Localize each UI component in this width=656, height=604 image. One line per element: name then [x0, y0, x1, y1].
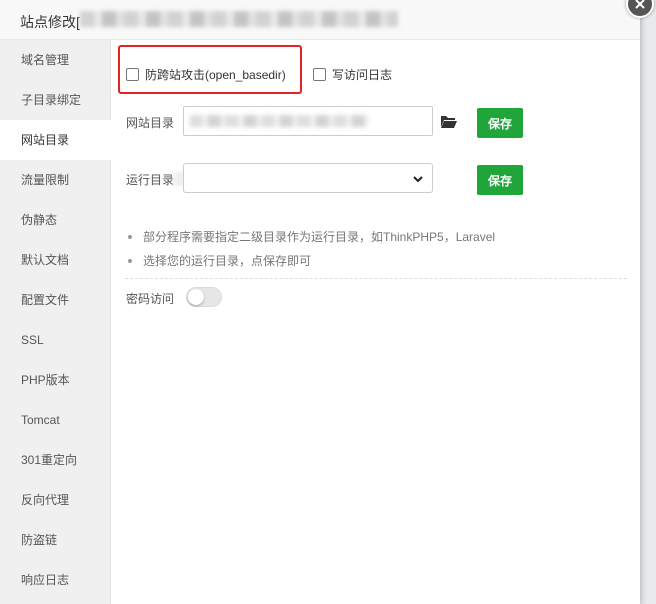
anti-xss-checkbox[interactable] [126, 68, 139, 81]
sidebar-item-php-version[interactable]: PHP版本 [0, 360, 110, 400]
chevron-down-icon [413, 176, 423, 183]
save-site-dir-button[interactable]: 保存 [477, 108, 523, 138]
save-run-dir-button[interactable]: 保存 [477, 165, 523, 195]
run-dir-select[interactable] [183, 163, 433, 193]
site-dir-input[interactable] [183, 106, 433, 136]
sidebar-item-domain[interactable]: 域名管理 [0, 40, 110, 80]
anti-xss-label: 防跨站攻击(open_basedir) [145, 68, 286, 82]
sidebar-item-reverse-proxy[interactable]: 反向代理 [0, 480, 110, 520]
sidebar-item-config-file[interactable]: 配置文件 [0, 280, 110, 320]
sidebar-item-rewrite[interactable]: 伪静态 [0, 200, 110, 240]
site-dir-panel: 防跨站攻击(open_basedir) 写访问日志 网站目录 保存 运行目录 保… [111, 40, 640, 604]
site-modify-dialog: 站点修改[ 域名管理 子目录绑定 网站目录 流量限制 伪静态 默认文档 配置文件… [0, 0, 640, 604]
anti-xss-option[interactable]: 防跨站攻击(open_basedir) [126, 66, 286, 83]
password-access-label: 密码访问 [126, 292, 175, 306]
sidebar-item-traffic-limit[interactable]: 流量限制 [0, 160, 110, 200]
close-icon [635, 0, 645, 9]
sidebar-item-ssl[interactable]: SSL [0, 320, 110, 360]
sidebar-item-hotlink-protection[interactable]: 防盗链 [0, 520, 110, 560]
write-log-checkbox[interactable] [313, 68, 326, 81]
redacted-site-name [80, 11, 398, 27]
sidebar-item-redirect[interactable]: 301重定向 [0, 440, 110, 480]
dialog-titlebar: 站点修改[ [0, 0, 640, 40]
sidebar-item-site-dir[interactable]: 网站目录 [0, 120, 112, 160]
write-log-label: 写访问日志 [332, 68, 393, 82]
sidebar-item-default-doc[interactable]: 默认文档 [0, 240, 110, 280]
run-dir-label: 运行目录 [126, 173, 175, 187]
tip-item: 部分程序需要指定二级目录作为运行目录，如ThinkPHP5，Laravel [125, 226, 627, 250]
redacted-path [190, 115, 368, 127]
write-log-option[interactable]: 写访问日志 [313, 66, 392, 83]
folder-open-icon[interactable] [440, 113, 458, 129]
settings-sidebar: 域名管理 子目录绑定 网站目录 流量限制 伪静态 默认文档 配置文件 SSL P… [0, 40, 112, 604]
sidebar-item-subdir-binding[interactable]: 子目录绑定 [0, 80, 110, 120]
tip-item: 选择您的运行目录，点保存即可 [125, 250, 627, 274]
site-dir-label: 网站目录 [126, 116, 175, 130]
toggle-knob [188, 289, 204, 305]
dialog-title: 站点修改[ [20, 14, 80, 30]
sidebar-item-response-log[interactable]: 响应日志 [0, 560, 110, 600]
sidebar-item-tomcat[interactable]: Tomcat [0, 400, 110, 440]
password-access-toggle[interactable] [186, 287, 222, 307]
tips-list: 部分程序需要指定二级目录作为运行目录，如ThinkPHP5，Laravel 选择… [125, 226, 627, 279]
